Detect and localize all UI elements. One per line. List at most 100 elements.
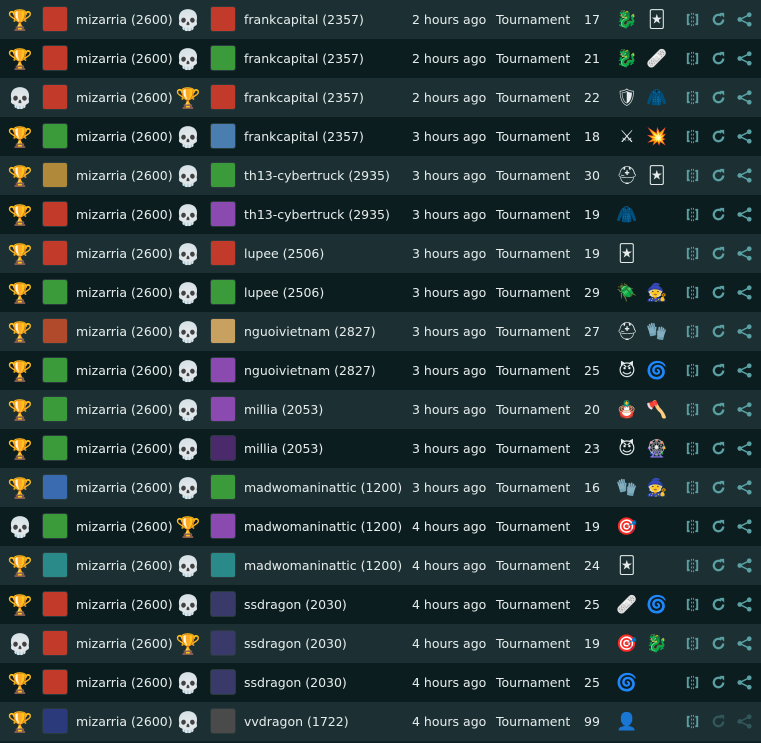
player1-name[interactable]: mizarria (2600): [76, 273, 173, 312]
replay-icon[interactable]: [708, 312, 728, 351]
player1-name[interactable]: mizarria (2600): [76, 429, 173, 468]
share-icon[interactable]: [734, 585, 754, 624]
player2-name[interactable]: frankcapital (2357): [244, 117, 364, 156]
player2-name[interactable]: vvdragon (1722): [244, 702, 349, 741]
player1-name[interactable]: mizarria (2600): [76, 156, 173, 195]
share-icon[interactable]: [734, 507, 754, 546]
replay-icon[interactable]: [708, 117, 728, 156]
view-battle-icon[interactable]: [682, 117, 702, 156]
replay-icon[interactable]: [708, 234, 728, 273]
view-battle-icon[interactable]: [682, 429, 702, 468]
player2-name[interactable]: frankcapital (2357): [244, 0, 364, 39]
view-battle-icon[interactable]: [682, 39, 702, 78]
player2-name[interactable]: millia (2053): [244, 390, 323, 429]
share-icon[interactable]: [734, 39, 754, 78]
player2-name[interactable]: th13-cybertruck (2935): [244, 156, 390, 195]
player2-name[interactable]: ssdragon (2030): [244, 663, 347, 702]
player1-name[interactable]: mizarria (2600): [76, 312, 173, 351]
replay-icon[interactable]: [708, 429, 728, 468]
player1-name[interactable]: mizarria (2600): [76, 390, 173, 429]
share-icon[interactable]: [734, 273, 754, 312]
replay-icon[interactable]: [708, 351, 728, 390]
replay-icon[interactable]: [708, 195, 728, 234]
player2-name[interactable]: madwomaninattic (1200): [244, 546, 402, 585]
view-battle-icon[interactable]: [682, 663, 702, 702]
share-icon[interactable]: [734, 312, 754, 351]
player2-name[interactable]: lupee (2506): [244, 234, 324, 273]
player1-name[interactable]: mizarria (2600): [76, 117, 173, 156]
battle-mode: Tournament: [496, 558, 571, 573]
player1-name[interactable]: mizarria (2600): [76, 507, 173, 546]
view-battle-icon[interactable]: [682, 507, 702, 546]
player1-name[interactable]: mizarria (2600): [76, 663, 173, 702]
share-icon[interactable]: [734, 546, 754, 585]
view-battle-icon[interactable]: [682, 351, 702, 390]
share-icon[interactable]: [734, 156, 754, 195]
player1-name[interactable]: mizarria (2600): [76, 351, 173, 390]
share-icon[interactable]: [734, 390, 754, 429]
player1-name[interactable]: mizarria (2600): [76, 468, 173, 507]
replay-icon[interactable]: [708, 390, 728, 429]
replay-icon[interactable]: [708, 0, 728, 39]
view-battle-icon[interactable]: [682, 390, 702, 429]
player2-name[interactable]: frankcapital (2357): [244, 78, 364, 117]
share-icon[interactable]: [734, 702, 754, 741]
replay-icon[interactable]: [708, 156, 728, 195]
player2-name[interactable]: madwomaninattic (1200): [244, 507, 402, 546]
share-icon[interactable]: [734, 234, 754, 273]
player2-name[interactable]: nguoivietnam (2827): [244, 312, 376, 351]
share-icon[interactable]: [734, 429, 754, 468]
replay-icon[interactable]: [708, 507, 728, 546]
view-battle-icon[interactable]: [682, 78, 702, 117]
replay-icon[interactable]: [708, 585, 728, 624]
view-battle-icon[interactable]: [682, 585, 702, 624]
player2-name[interactable]: th13-cybertruck (2935): [244, 195, 390, 234]
view-battle-icon[interactable]: [682, 546, 702, 585]
player1-name[interactable]: mizarria (2600): [76, 234, 173, 273]
view-battle-icon[interactable]: [682, 156, 702, 195]
replay-icon[interactable]: [708, 78, 728, 117]
player2-name[interactable]: ssdragon (2030): [244, 585, 347, 624]
battle-row: 🏆 mizarria (2600) 💀 ssdragon (2030) 4 hours …: [0, 663, 761, 702]
replay-icon[interactable]: [708, 39, 728, 78]
player2-name[interactable]: ssdragon (2030): [244, 624, 347, 663]
player2-name[interactable]: madwomaninattic (1200): [244, 468, 402, 507]
share-icon[interactable]: [734, 78, 754, 117]
view-battle-icon[interactable]: [682, 312, 702, 351]
player1-name[interactable]: mizarria (2600): [76, 546, 173, 585]
share-icon[interactable]: [734, 468, 754, 507]
view-battle-icon[interactable]: [682, 195, 702, 234]
replay-icon[interactable]: [708, 468, 728, 507]
player2-name[interactable]: frankcapital (2357): [244, 39, 364, 78]
replay-icon[interactable]: [708, 663, 728, 702]
player1-name[interactable]: mizarria (2600): [76, 39, 173, 78]
player2-name[interactable]: millia (2053): [244, 429, 323, 468]
player1-name[interactable]: mizarria (2600): [76, 195, 173, 234]
player1-name[interactable]: mizarria (2600): [76, 78, 173, 117]
view-battle-icon[interactable]: [682, 624, 702, 663]
view-battle-icon[interactable]: [682, 468, 702, 507]
view-battle-icon[interactable]: [682, 0, 702, 39]
player1-name[interactable]: mizarria (2600): [76, 624, 173, 663]
replay-icon[interactable]: [708, 702, 728, 741]
replay-icon[interactable]: [708, 546, 728, 585]
share-icon[interactable]: [734, 117, 754, 156]
view-battle-icon[interactable]: [682, 234, 702, 273]
view-battle-icon[interactable]: [682, 273, 702, 312]
share-icon[interactable]: [734, 663, 754, 702]
player1-name[interactable]: mizarria (2600): [76, 0, 173, 39]
player1-name[interactable]: mizarria (2600): [76, 585, 173, 624]
share-icon[interactable]: [734, 195, 754, 234]
replay-icon[interactable]: [708, 273, 728, 312]
player2-name[interactable]: lupee (2506): [244, 273, 324, 312]
skull-icon: 💀: [175, 475, 201, 500]
share-icon[interactable]: [734, 351, 754, 390]
battle-row: 🏆 mizarria (2600) 💀 frankcapital (2357) 2 ho…: [0, 39, 761, 78]
player1-name[interactable]: mizarria (2600): [76, 702, 173, 741]
share-icon[interactable]: [734, 624, 754, 663]
share-icon[interactable]: [734, 0, 754, 39]
replay-icon[interactable]: [708, 624, 728, 663]
player2-name[interactable]: nguoivietnam (2827): [244, 351, 376, 390]
view-battle-icon[interactable]: [682, 702, 702, 741]
player2-avatar: [210, 45, 236, 71]
